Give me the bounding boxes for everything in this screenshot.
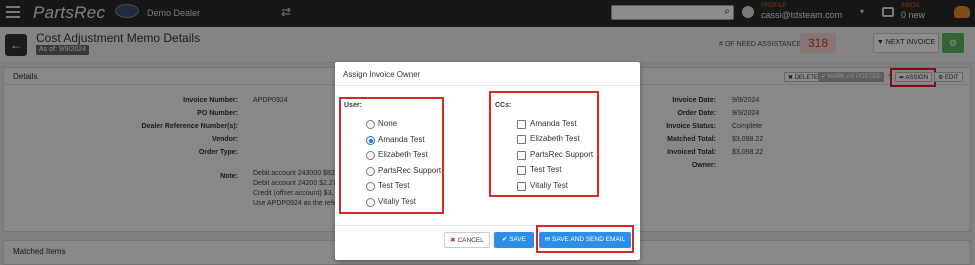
radio-vitaliy-test[interactable] [366,198,375,207]
user-option-label[interactable]: None [378,118,397,130]
cc-checkbox-test-test[interactable] [517,166,526,175]
send-highlight [536,225,634,253]
close-icon: ✖ [450,237,456,244]
cc-checkbox-amanda-test[interactable] [517,120,526,129]
cc-checkbox-elizabeth-test[interactable] [517,135,526,144]
cc-option-label[interactable]: Test Test [530,164,561,176]
cc-option-label[interactable]: Elizabeth Test [530,133,580,145]
save-label: SAVE [509,236,527,243]
cc-checkbox-partsrec-support[interactable] [517,151,526,160]
user-label: User: [344,102,362,109]
user-option-label[interactable]: Elizabeth Test [378,149,428,161]
cc-checkbox-vitaliy-test[interactable] [517,182,526,191]
radio-partsrec-support[interactable] [366,167,375,176]
radio-test-test[interactable] [366,182,375,191]
radio-elizabeth-test[interactable] [366,151,375,160]
divider [335,85,640,86]
radio-none[interactable] [366,120,375,129]
cc-option-label[interactable]: PartsRec Support [530,149,593,161]
cancel-button[interactable]: ✖ CANCEL [444,232,490,248]
user-option-label[interactable]: Amanda Test [378,134,425,146]
cc-option-label[interactable]: Amanda Test [530,118,577,130]
cc-label: CCs: [495,102,512,109]
cancel-label: CANCEL [457,237,484,244]
user-option-label[interactable]: Test Test [378,180,409,192]
modal-title: Assign Invoice Owner [343,70,421,79]
cc-option-label[interactable]: Vitaliy Test [530,180,568,192]
user-option-label[interactable]: Vitaliy Test [378,196,416,208]
user-option-label[interactable]: PartsRec Support [378,165,441,177]
assign-owner-modal: Assign Invoice Owner User: None Amanda T… [335,62,640,260]
radio-amanda-test[interactable] [366,136,375,145]
save-button[interactable]: ✔ SAVE [494,232,534,248]
